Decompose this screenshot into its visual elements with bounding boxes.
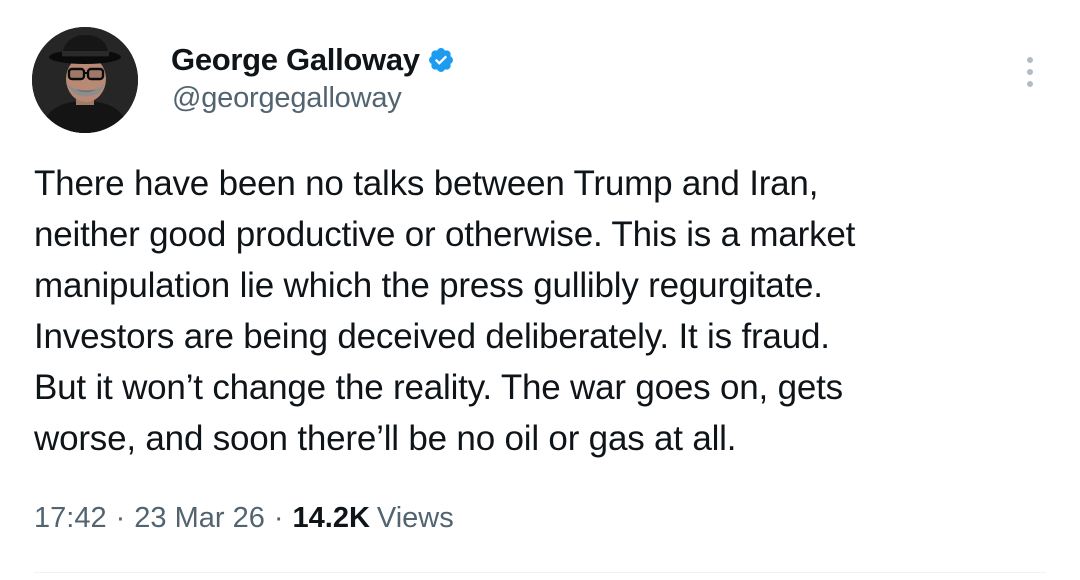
avatar-image [32,27,138,133]
tweet-text-line: neither good productive or otherwise. Th… [34,215,856,254]
more-dot [1027,69,1033,75]
tweet-date[interactable]: 23 Mar 26 [134,502,265,535]
divider [34,572,1046,573]
avatar[interactable] [32,27,138,133]
more-dot [1027,81,1033,87]
tweet-text-line: manipulation lie which the press gullibl… [34,266,823,305]
tweet-card: George Galloway @georgegalloway There ha… [0,0,1080,580]
meta-separator: · [115,502,126,534]
tweet-text-line: Investors are being deceived deliberatel… [34,317,830,356]
tweet-text-line: worse, and soon there’ll be no oil or ga… [34,419,737,458]
author-handle[interactable]: @georgegalloway [172,82,402,115]
tweet-metadata: 17:42 · 23 Mar 26 · 14.2K Views [34,502,454,535]
more-dot [1027,57,1033,63]
views-label: Views [376,502,454,534]
views-count: 14.2K [292,502,370,534]
tweet-text-line: There have been no talks between Trump a… [34,164,819,203]
meta-separator: · [273,502,284,534]
tweet-text-line: But it won’t change the reality. The war… [34,368,843,407]
verified-badge-icon [428,48,453,72]
tweet-time[interactable]: 17:42 [34,502,107,535]
more-options-icon[interactable] [1015,50,1045,94]
tweet-text: There have been no talks between Trump a… [34,158,1044,464]
author-display-name[interactable]: George Galloway [171,42,420,78]
author-name-row[interactable]: George Galloway [171,40,455,80]
